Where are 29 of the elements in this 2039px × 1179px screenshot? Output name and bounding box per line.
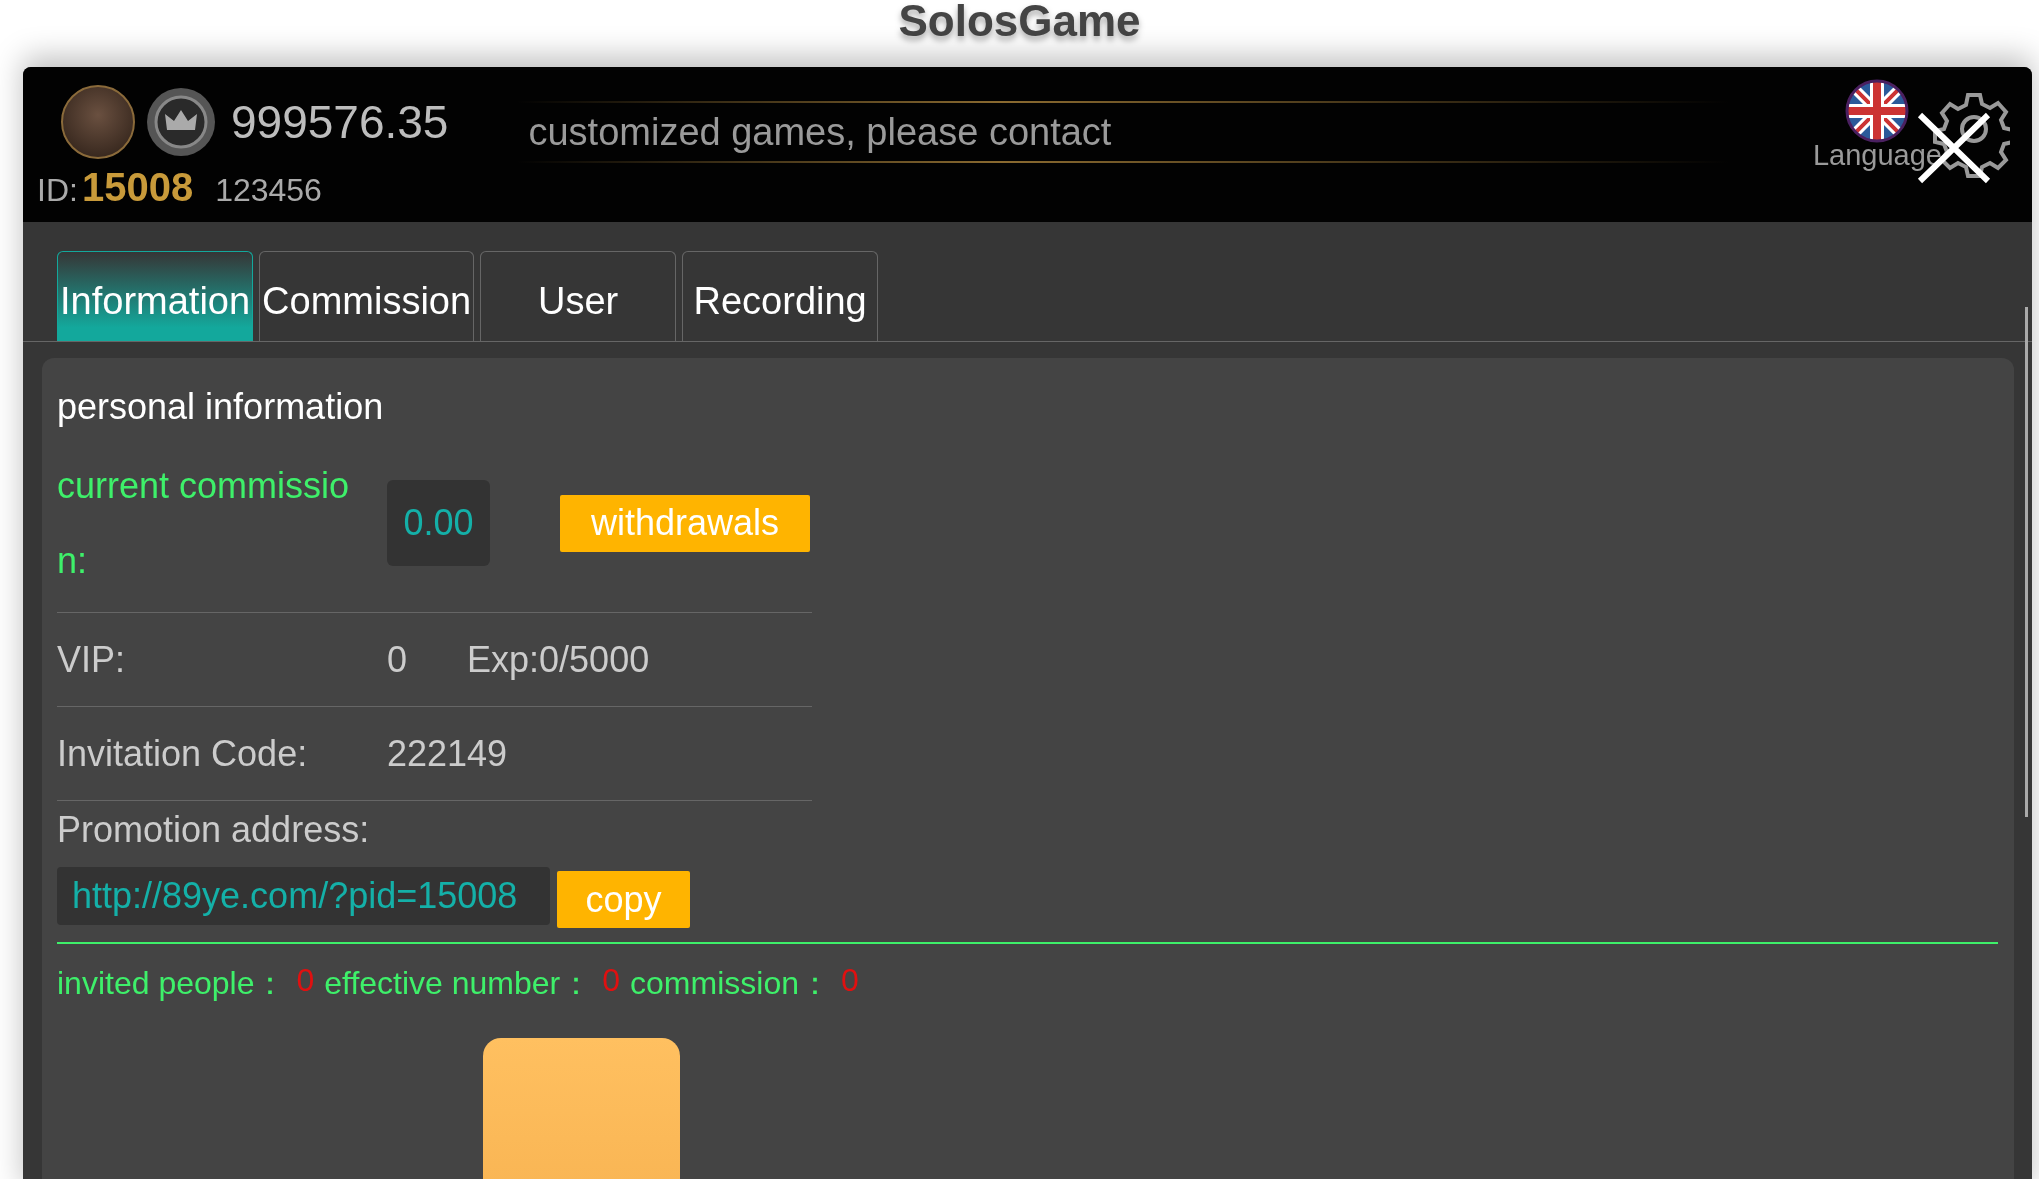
commission-value: 0.00	[387, 480, 490, 566]
vip-level: 0	[387, 638, 408, 681]
section-title: personal information	[57, 386, 385, 428]
promotion-url[interactable]: http://89ye.com/?pid=15008	[57, 866, 550, 925]
commission-label: current commission:	[57, 464, 351, 583]
page-title: SolosGame	[898, 0, 1141, 46]
tab[interactable]: Recording	[682, 251, 879, 341]
marquee-banner: customized games, please contact	[518, 101, 1729, 163]
vip-label: VIP:	[57, 638, 127, 681]
id-label: ID:	[37, 172, 78, 209]
language-label[interactable]: Language	[1812, 139, 1942, 172]
crown-chip-icon	[145, 86, 217, 158]
balance-amount: 999576.35	[231, 95, 449, 149]
invitation-label: Invitation Code:	[57, 732, 309, 775]
stat-value: 0	[296, 962, 315, 1000]
stat-label: commission：	[630, 964, 831, 1003]
account-name: 123456	[215, 172, 322, 209]
stat-value: 0	[841, 962, 859, 1000]
scrollbar[interactable]	[2025, 307, 2028, 817]
id-value: 15008	[81, 165, 194, 210]
promotion-label: Promotion address:	[57, 809, 371, 851]
stat-value: 0	[602, 962, 621, 1000]
invitation-code: 222149	[387, 732, 508, 775]
exp-value: Exp:0/5000	[467, 638, 650, 681]
stat-label: invited people：	[57, 964, 287, 1003]
tab[interactable]: User	[480, 251, 677, 341]
tab[interactable]: Information	[57, 251, 254, 341]
tab[interactable]: Commission	[259, 251, 475, 341]
stat-label: effective number：	[324, 964, 593, 1003]
